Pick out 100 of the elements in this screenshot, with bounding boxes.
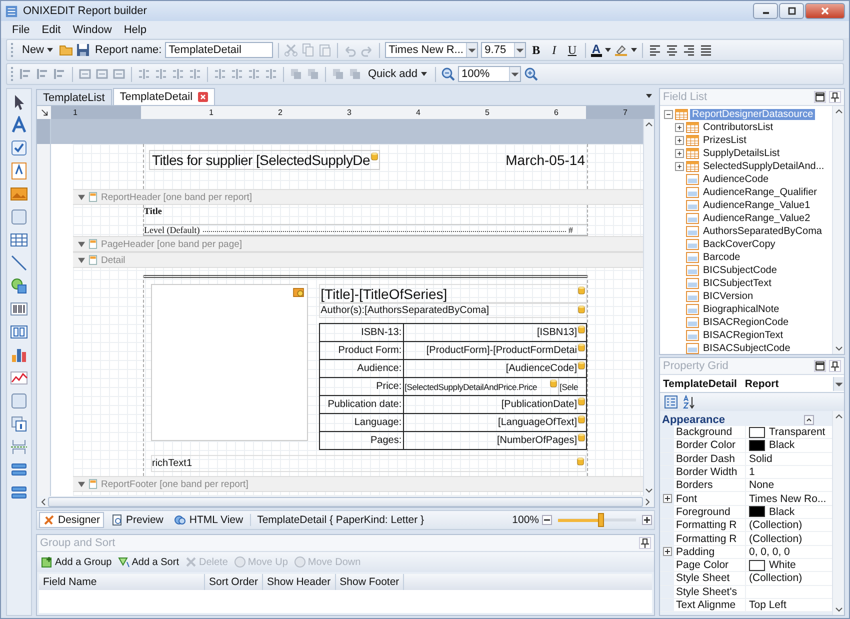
vertical-scrollbar[interactable] bbox=[832, 106, 844, 354]
slider-thumb[interactable] bbox=[598, 513, 604, 527]
rich-text-box[interactable]: richText1 bbox=[151, 455, 586, 472]
table-cell[interactable]: [ISBN13] bbox=[404, 324, 586, 341]
menu-item[interactable]: Window bbox=[68, 22, 117, 36]
toolbar-button[interactable]: Add a Sort bbox=[118, 556, 179, 568]
tree-item[interactable]: BiographicalNote bbox=[701, 304, 782, 315]
database-icon[interactable] bbox=[578, 305, 585, 314]
zoom-in-button[interactable] bbox=[642, 515, 652, 525]
categorized-icon[interactable] bbox=[664, 395, 678, 409]
dropdown-icon[interactable] bbox=[645, 92, 653, 100]
font-color-button[interactable]: A bbox=[590, 43, 602, 57]
series-title-box[interactable]: [Title]-[TitleOfSeries] bbox=[318, 284, 587, 303]
tree-item[interactable]: BISACRegionText bbox=[701, 330, 786, 341]
shape-icon[interactable] bbox=[10, 277, 28, 295]
title-text[interactable]: Title bbox=[144, 205, 587, 216]
label-icon[interactable] bbox=[10, 116, 28, 134]
database-icon[interactable] bbox=[578, 415, 585, 424]
collapse-button[interactable] bbox=[804, 414, 814, 424]
table-cell[interactable]: Publication date: bbox=[320, 396, 404, 413]
database-icon[interactable] bbox=[578, 397, 585, 406]
database-icon[interactable] bbox=[578, 433, 585, 442]
authors-box[interactable]: Author(s):[AuthorsSeparatedByComa] bbox=[318, 303, 587, 318]
menu-item[interactable]: Help bbox=[118, 22, 152, 36]
table-cell[interactable]: Language: bbox=[320, 414, 404, 431]
text-align-icon[interactable] bbox=[664, 43, 679, 57]
line-icon[interactable] bbox=[10, 254, 28, 272]
tree-item[interactable]: BISACRegionCode bbox=[701, 317, 791, 328]
document-tab[interactable]: TemplateDetail bbox=[112, 88, 215, 105]
window-icon[interactable] bbox=[814, 360, 826, 372]
database-icon[interactable] bbox=[578, 286, 585, 295]
table-icon[interactable] bbox=[10, 231, 28, 249]
table-cell[interactable]: [ProductForm]-[ProductFormDetai bbox=[404, 342, 586, 359]
zoom-out-button[interactable] bbox=[542, 515, 552, 525]
tree-item[interactable]: BackCoverCopy bbox=[701, 239, 778, 250]
date-text[interactable]: March-05-14 bbox=[506, 152, 587, 168]
tree-item[interactable]: SelectedSupplyDetailAnd... bbox=[701, 161, 826, 172]
info-icon[interactable] bbox=[10, 415, 28, 433]
expand-button[interactable] bbox=[662, 494, 672, 504]
expand-button[interactable] bbox=[675, 162, 684, 171]
text-align-icon[interactable] bbox=[648, 43, 662, 57]
expand-button[interactable] bbox=[675, 123, 684, 132]
expand-button[interactable] bbox=[662, 547, 672, 556]
text-align-icon[interactable] bbox=[698, 43, 713, 57]
font-size-dropdown[interactable]: 9.75 bbox=[480, 42, 526, 58]
collapse-icon[interactable] bbox=[78, 240, 85, 248]
page-number-text[interactable]: # bbox=[568, 225, 573, 235]
table-cell[interactable]: [NumberOfPages] bbox=[404, 432, 586, 449]
table-cell[interactable]: Product Form: bbox=[320, 342, 404, 359]
table-cell[interactable]: Audience: bbox=[320, 360, 404, 377]
collapse-icon[interactable] bbox=[78, 256, 85, 264]
page-break-icon[interactable] bbox=[10, 438, 28, 456]
barcode-icon[interactable] bbox=[10, 300, 28, 318]
quick-add-button[interactable]: Quick add bbox=[365, 65, 430, 83]
minimize-button[interactable] bbox=[753, 3, 778, 19]
folder-icon[interactable] bbox=[59, 43, 74, 57]
table-cell[interactable]: ISBN-13: bbox=[320, 324, 404, 341]
property-value[interactable]: 1 bbox=[749, 466, 755, 478]
checkbox-icon[interactable] bbox=[10, 139, 28, 157]
tree-item[interactable]: BISACSubjectCode bbox=[701, 343, 792, 354]
table-cell[interactable]: [AudienceCode] bbox=[404, 360, 586, 377]
table-cell[interactable]: [Sele bbox=[558, 378, 580, 395]
table-cell[interactable]: [PublicationDate] bbox=[404, 396, 586, 413]
zoom-in-icon[interactable] bbox=[524, 67, 538, 81]
database-icon[interactable] bbox=[578, 343, 585, 352]
expand-button[interactable] bbox=[675, 149, 684, 158]
italic-button[interactable]: I bbox=[546, 42, 562, 58]
underline-button[interactable]: U bbox=[564, 42, 580, 58]
view-tab[interactable]: Designer bbox=[39, 512, 104, 528]
new-button[interactable]: New bbox=[19, 41, 56, 59]
level-text[interactable]: Level (Default) bbox=[144, 225, 200, 235]
expand-button[interactable] bbox=[675, 136, 684, 145]
tree-item[interactable]: SupplyDetailsList bbox=[701, 148, 782, 159]
vertical-scrollbar[interactable] bbox=[832, 411, 844, 615]
caret-icon[interactable] bbox=[604, 48, 611, 52]
report-title-box[interactable]: Titles for supplier [SelectedSupplyDe bbox=[149, 150, 380, 170]
zoom-dropdown[interactable]: 100% bbox=[458, 66, 521, 82]
document-tab[interactable]: TemplateList bbox=[36, 89, 112, 105]
tree-item[interactable]: AudienceCode bbox=[701, 174, 771, 185]
database-icon[interactable] bbox=[578, 361, 585, 370]
pin-icon[interactable] bbox=[639, 537, 651, 549]
close-icon[interactable] bbox=[198, 92, 208, 102]
text-align-icon[interactable] bbox=[682, 43, 696, 57]
bar-chart-icon[interactable] bbox=[10, 346, 28, 364]
view-tab[interactable]: Preview bbox=[107, 512, 168, 528]
pin-icon[interactable] bbox=[829, 91, 841, 103]
table-cell[interactable]: [SelectedSupplyDetailAndPrice.Price bbox=[404, 378, 559, 395]
table-cell[interactable]: [LanguageOfText] bbox=[404, 414, 586, 431]
bold-button[interactable]: B bbox=[528, 42, 544, 58]
tree-item[interactable]: AudienceRange_Value1 bbox=[701, 200, 812, 211]
database-icon[interactable] bbox=[577, 457, 584, 466]
zoom-out-icon[interactable] bbox=[440, 67, 455, 81]
database-icon[interactable] bbox=[578, 325, 585, 334]
tree-item[interactable]: ContributorsList bbox=[701, 122, 776, 133]
panel-icon[interactable] bbox=[10, 208, 28, 226]
save-icon[interactable] bbox=[76, 43, 90, 57]
picture-icon[interactable] bbox=[10, 185, 28, 203]
menu-item[interactable]: Edit bbox=[36, 22, 66, 36]
collapse-button[interactable] bbox=[664, 110, 673, 119]
sort-icon[interactable] bbox=[682, 395, 696, 409]
